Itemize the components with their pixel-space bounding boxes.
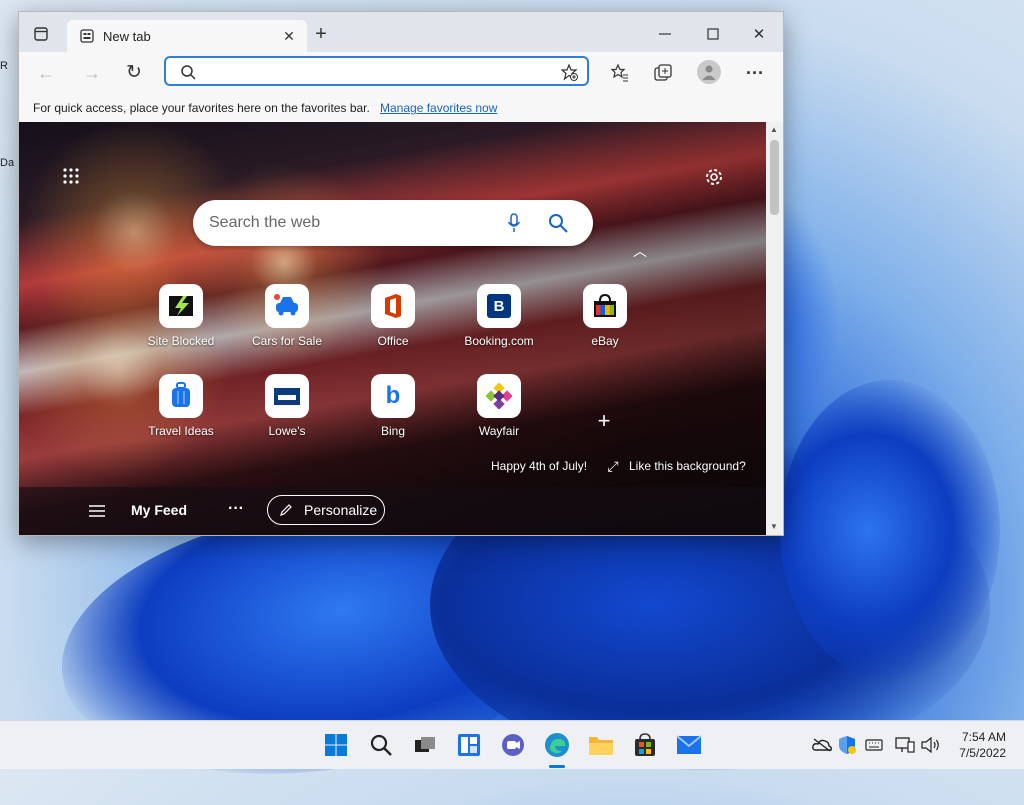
app-launcher-icon[interactable] bbox=[61, 166, 81, 186]
search-placeholder: Search the web bbox=[209, 214, 321, 231]
favorites-bar: For quick access, place your favorites h… bbox=[19, 94, 783, 122]
quick-link-tile[interactable]: Site Blocked bbox=[126, 284, 236, 348]
tile-label: Wayfair bbox=[478, 424, 520, 438]
bing-icon: b bbox=[371, 374, 415, 418]
address-bar[interactable] bbox=[164, 56, 589, 86]
maximize-button[interactable] bbox=[703, 24, 723, 44]
wayfair-icon bbox=[477, 374, 521, 418]
forward-button[interactable]: → bbox=[81, 62, 103, 84]
close-window-button[interactable]: ✕ bbox=[749, 24, 769, 44]
tile-label: Lowe's bbox=[268, 424, 306, 438]
site-blocked-icon bbox=[159, 284, 203, 328]
lowes-icon bbox=[265, 374, 309, 418]
close-tab-icon[interactable]: ✕ bbox=[281, 28, 297, 44]
quick-link-tile[interactable]: Cars for Sale bbox=[232, 284, 342, 348]
favorites-bar-hint: For quick access, place your favorites h… bbox=[33, 101, 370, 115]
browser-toolbar: ← → ↻ ··· bbox=[19, 52, 783, 94]
tile-label: Bing bbox=[380, 424, 406, 438]
file-explorer-icon[interactable] bbox=[587, 731, 615, 759]
tab-actions-icon[interactable] bbox=[31, 24, 51, 44]
collections-icon[interactable] bbox=[652, 62, 674, 84]
volume-icon[interactable] bbox=[919, 731, 943, 759]
pencil-icon bbox=[278, 502, 294, 518]
page-scrollbar[interactable]: ▲ ▼ bbox=[766, 122, 783, 535]
like-background-link[interactable]: Like this background? bbox=[629, 459, 746, 473]
microphone-icon[interactable] bbox=[503, 212, 525, 234]
expand-icon[interactable]: ⤢ bbox=[605, 458, 621, 474]
tile-label: Cars for Sale bbox=[251, 334, 323, 348]
search-icon bbox=[180, 64, 196, 80]
desktop-icon-label[interactable]: R bbox=[0, 60, 8, 72]
clock-date: 7/5/2022 bbox=[959, 746, 1006, 760]
new-tab-page: Search the web ︿ Site Blocked Cars for S… bbox=[19, 122, 766, 535]
network-icon[interactable] bbox=[893, 731, 917, 759]
desktop-icon-label[interactable]: Da bbox=[0, 157, 14, 169]
browser-window: New tab ✕ + ✕ ← → ↻ ··· For quick access… bbox=[18, 11, 784, 536]
menu-icon[interactable] bbox=[87, 501, 107, 521]
system-clock[interactable]: 7:54 AM 7/5/2022 bbox=[959, 729, 1006, 761]
tile-label: Site Blocked bbox=[147, 334, 215, 348]
search-submit-icon[interactable] bbox=[546, 211, 570, 235]
quick-link-tile[interactable]: b Bing bbox=[338, 374, 448, 438]
keyboard-icon[interactable] bbox=[862, 731, 886, 759]
personalize-button[interactable]: Personalize bbox=[267, 495, 385, 525]
security-shield-icon[interactable] bbox=[835, 731, 859, 759]
refresh-button[interactable]: ↻ bbox=[123, 61, 145, 83]
feed-title[interactable]: My Feed bbox=[131, 502, 187, 518]
add-site-icon[interactable]: + bbox=[593, 408, 615, 433]
widgets-icon[interactable] bbox=[455, 731, 483, 759]
car-icon bbox=[265, 284, 309, 328]
personalize-label: Personalize bbox=[304, 502, 378, 518]
quick-link-tile[interactable]: B Booking.com bbox=[444, 284, 554, 348]
new-tab-page-icon bbox=[79, 28, 95, 44]
tile-label: Office bbox=[377, 334, 409, 348]
tab-new-tab[interactable]: New tab ✕ bbox=[67, 20, 307, 52]
page-settings-icon[interactable] bbox=[703, 166, 725, 188]
new-tab-button[interactable]: + bbox=[311, 23, 331, 45]
quick-link-tile[interactable]: Office bbox=[338, 284, 448, 348]
tab-title: New tab bbox=[103, 29, 151, 44]
quick-link-tile[interactable]: eBay bbox=[550, 284, 660, 348]
tab-bar: New tab ✕ + ✕ bbox=[19, 12, 783, 52]
start-icon[interactable] bbox=[322, 731, 350, 759]
wallpaper-bloom bbox=[780, 380, 1000, 680]
booking-icon: B bbox=[477, 284, 521, 328]
tile-label: Travel Ideas bbox=[148, 424, 214, 438]
tile-label: Booking.com bbox=[464, 334, 534, 348]
shopping-bag-icon bbox=[583, 284, 627, 328]
chat-icon[interactable] bbox=[499, 731, 527, 759]
scrollbar-thumb[interactable] bbox=[770, 140, 779, 215]
tile-label: eBay bbox=[591, 334, 619, 348]
more-menu-button[interactable]: ··· bbox=[743, 62, 767, 84]
quick-link-tile[interactable]: Lowe's bbox=[232, 374, 342, 438]
taskbar: 7:54 AM 7/5/2022 bbox=[0, 720, 1024, 769]
luggage-icon bbox=[159, 374, 203, 418]
onedrive-offline-icon[interactable] bbox=[810, 731, 834, 759]
favorites-icon[interactable] bbox=[609, 62, 631, 84]
scroll-down-icon[interactable]: ▼ bbox=[770, 522, 778, 531]
office-icon bbox=[371, 284, 415, 328]
edge-browser-icon[interactable] bbox=[543, 731, 571, 759]
manage-favorites-link[interactable]: Manage favorites now bbox=[380, 101, 497, 115]
task-view-icon[interactable] bbox=[411, 731, 439, 759]
add-favorite-icon[interactable] bbox=[560, 63, 578, 81]
back-button[interactable]: ← bbox=[35, 62, 57, 84]
address-input[interactable] bbox=[200, 62, 544, 82]
profile-avatar[interactable] bbox=[697, 60, 721, 84]
collapse-tiles-icon[interactable]: ︿ bbox=[631, 243, 649, 259]
quick-link-tile[interactable]: Travel Ideas bbox=[126, 374, 236, 438]
store-icon[interactable] bbox=[631, 731, 659, 759]
clock-time: 7:54 AM bbox=[961, 730, 1006, 744]
search-icon[interactable] bbox=[367, 731, 395, 759]
feed-more-icon[interactable]: ··· bbox=[225, 499, 247, 519]
minimize-button[interactable] bbox=[655, 24, 675, 44]
web-search-box[interactable]: Search the web bbox=[193, 200, 593, 246]
quick-link-tile[interactable]: Wayfair bbox=[444, 374, 554, 438]
mail-icon[interactable] bbox=[675, 731, 703, 759]
feed-bar: My Feed ··· Personalize bbox=[19, 487, 766, 535]
background-caption[interactable]: Happy 4th of July! bbox=[491, 459, 587, 473]
scroll-up-icon[interactable]: ▲ bbox=[770, 125, 778, 134]
